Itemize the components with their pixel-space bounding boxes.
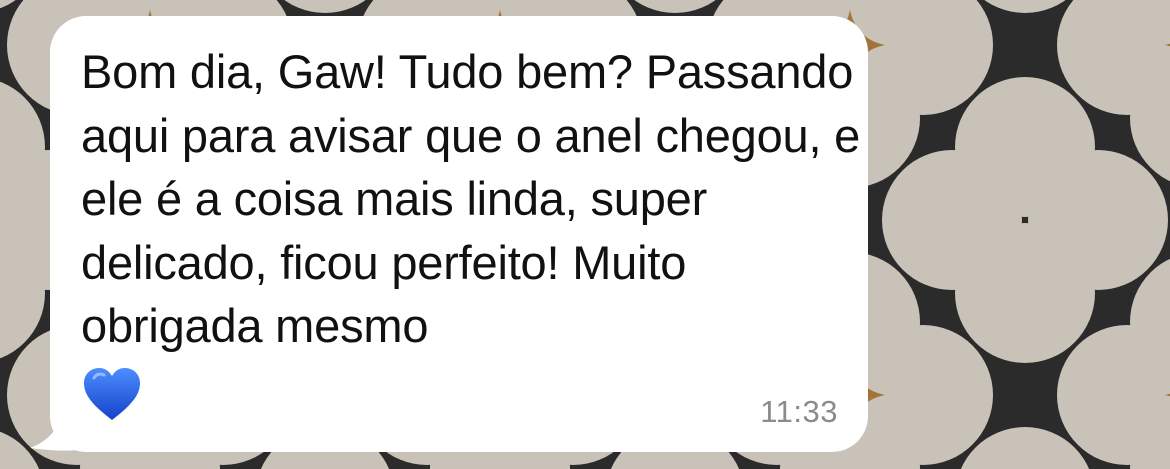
- message-text: Bom dia, Gaw! Tudo bem? Passando aqui pa…: [81, 45, 861, 352]
- blue-heart-icon: [84, 368, 140, 420]
- incoming-message-bubble[interactable]: Bom dia, Gaw! Tudo bem? Passando aqui pa…: [50, 16, 868, 452]
- message-timestamp: 11:33: [760, 394, 838, 429]
